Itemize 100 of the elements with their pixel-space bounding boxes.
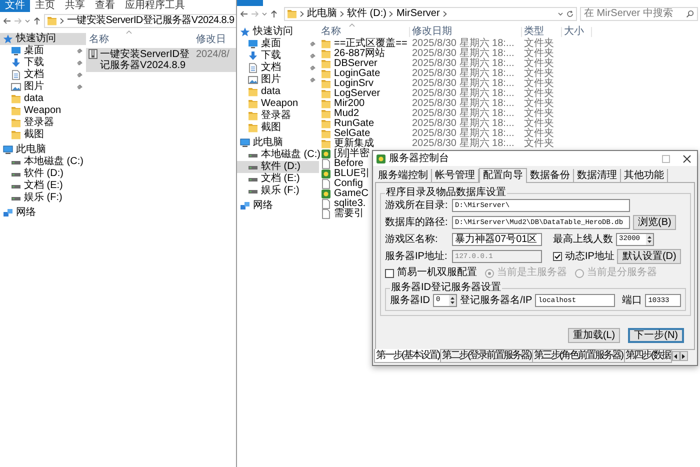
sidebar-item[interactable]: 下载 — [237, 50, 319, 62]
file-row[interactable]: 一键安装ServerID登记服务器V2024.8.9 2024/8/ — [86, 48, 236, 72]
tab[interactable]: 数据清理 — [574, 169, 621, 182]
checkbox[interactable] — [385, 268, 394, 278]
step-tab[interactable]: 第三步(角色前置服务器) — [532, 350, 625, 363]
column-header[interactable]: 名称 — [86, 34, 196, 46]
sidebar-item[interactable]: 娱乐 (F:) — [237, 185, 319, 197]
archive-icon — [88, 49, 98, 59]
sidebar-item[interactable]: data — [237, 86, 319, 98]
column-header[interactable]: 大小 — [562, 27, 592, 37]
sidebar-item[interactable]: 娱乐 (F:) — [0, 192, 86, 204]
folder-icon — [321, 39, 331, 49]
group-title: 程序目录及物品数据库设置 — [385, 187, 507, 199]
sidebar-item[interactable]: 快速访问 — [0, 33, 86, 45]
reload-button[interactable]: 重加载(L) — [568, 328, 620, 343]
sidebar-item[interactable]: 截图 — [237, 122, 319, 134]
sidebar-item[interactable]: 此电脑 — [0, 144, 86, 156]
next-button[interactable]: 下一步(N) — [628, 328, 684, 343]
sidebar-item[interactable]: 本地磁盘 (C:) — [0, 156, 86, 168]
field-label: 服务器ID — [390, 294, 430, 306]
chevron-right-icon — [60, 18, 64, 24]
column-header[interactable]: 名称 — [319, 27, 410, 37]
sidebar-item[interactable]: 网络 — [237, 200, 319, 212]
column-header[interactable]: 修改日 — [196, 34, 226, 46]
tab[interactable]: 配置向导 — [479, 168, 527, 183]
up-arrow-icon[interactable] — [33, 17, 41, 25]
tab[interactable]: 数据备份 — [527, 169, 574, 182]
column-header[interactable]: 类型 — [522, 27, 562, 37]
sidebar-item[interactable]: 文档 — [0, 69, 86, 81]
up-arrow-icon[interactable] — [270, 10, 278, 18]
sidebar-item[interactable]: 图片 — [0, 81, 86, 93]
folder-icon — [321, 59, 331, 69]
desktop-icon — [11, 46, 21, 56]
sidebar-item[interactable]: 软件 (D:) — [0, 168, 86, 180]
breadcrumb-item[interactable]: 此电脑 — [307, 8, 337, 20]
field-label: 服务器IP地址: — [385, 250, 448, 262]
spin-arrows-icon[interactable] — [646, 234, 653, 245]
file-type: 文件夹 — [523, 59, 555, 69]
sidebar-item[interactable]: 文档 — [237, 62, 319, 74]
tab[interactable]: 服务端控制 — [375, 169, 432, 182]
desktop-icon — [248, 39, 258, 49]
spin-arrows-icon[interactable] — [449, 295, 456, 306]
sidebar-item[interactable]: 桌面 — [0, 45, 86, 57]
column-header[interactable]: 修改日期 — [410, 27, 522, 37]
sidebar-item[interactable]: 截图 — [0, 129, 86, 141]
sidebar-item[interactable]: 本地磁盘 (C:) — [237, 149, 319, 161]
sidebar-item[interactable]: data — [0, 93, 86, 105]
text-field[interactable]: 暴力神器07号01区 — [452, 233, 542, 246]
tab[interactable]: 其他功能 — [621, 169, 668, 182]
file-type: 文件夹 — [523, 69, 555, 79]
modified-date: 2025/8/30 星期六 18:... — [411, 69, 516, 79]
dropdown-caret-icon[interactable] — [25, 19, 30, 23]
radio-label: 当前是分服务器 — [587, 267, 657, 279]
sidebar-item[interactable]: 登录器 — [0, 117, 86, 129]
sidebar-item[interactable]: 网络 — [0, 207, 86, 219]
network-icon — [240, 201, 250, 211]
app-icon — [321, 149, 331, 159]
folder-icon — [321, 109, 331, 119]
sidebar-item[interactable]: 图片 — [237, 74, 319, 86]
step-tab[interactable]: 第一步(基本设置) — [374, 349, 442, 363]
search-field[interactable]: 在 MirServer 中搜索 — [580, 7, 698, 21]
file-type: 文件夹 — [523, 39, 555, 49]
browse-button[interactable]: 浏览(B) — [633, 215, 676, 230]
file-name: [别]半密 — [334, 149, 370, 159]
breadcrumb-item[interactable]: 软件 (D:) — [347, 8, 386, 20]
sidebar-item[interactable]: 文档 (E:) — [237, 173, 319, 185]
address-bar[interactable]: 一键安装ServerID登记服务器V2024.8.9 — [44, 14, 238, 28]
file-type: 文件夹 — [523, 119, 555, 129]
modified-date: 2025/8/30 星期六 18:... — [411, 39, 516, 49]
back-arrow-icon[interactable] — [3, 17, 11, 25]
breadcrumb-item[interactable]: MirServer — [396, 8, 440, 20]
file-type: 文件夹 — [523, 49, 555, 59]
breadcrumb-item[interactable]: 一键安装ServerID登记服务器V2024.8.9 — [67, 15, 234, 27]
sidebar-item[interactable]: 登录器 — [237, 110, 319, 122]
sidebar-item[interactable]: 文档 (E:) — [0, 180, 86, 192]
checkbox[interactable] — [553, 252, 562, 261]
sidebar-item[interactable]: Weapon — [237, 98, 319, 110]
close-icon[interactable] — [683, 154, 691, 162]
picture-icon — [11, 82, 21, 92]
step-tab[interactable]: 第二步(登录前置服务器) — [441, 350, 533, 363]
modified-date: 2025/8/30 星期六 18:... — [411, 129, 516, 139]
folder-icon — [11, 130, 21, 140]
dropdown-caret-icon[interactable] — [262, 12, 267, 16]
app-icon — [376, 154, 386, 164]
sidebar-item[interactable]: 软件 (D:) — [237, 161, 319, 173]
sidebar-item[interactable]: 下载 — [0, 57, 86, 69]
step-tab[interactable]: 第四步(数据 — [624, 350, 672, 363]
back-arrow-icon[interactable] — [240, 10, 248, 18]
sidebar-item[interactable]: 快速访问 — [237, 26, 319, 38]
search-icon[interactable] — [686, 10, 694, 18]
sidebar-item[interactable]: 桌面 — [237, 38, 319, 50]
sidebar-item[interactable]: 此电脑 — [237, 137, 319, 149]
refresh-icon[interactable] — [566, 10, 574, 18]
download-arrow-icon — [248, 51, 258, 61]
dropdown-caret-icon[interactable] — [558, 12, 563, 16]
address-bar[interactable]: 此电脑 软件 (D:) MirServer — [284, 7, 577, 21]
default-settings-button[interactable]: 默认设置(D) — [617, 249, 682, 264]
file-name: GameC — [334, 189, 368, 199]
sidebar-item[interactable]: Weapon — [0, 105, 86, 117]
ribbon-tab[interactable]: 查看 — [90, 0, 120, 12]
